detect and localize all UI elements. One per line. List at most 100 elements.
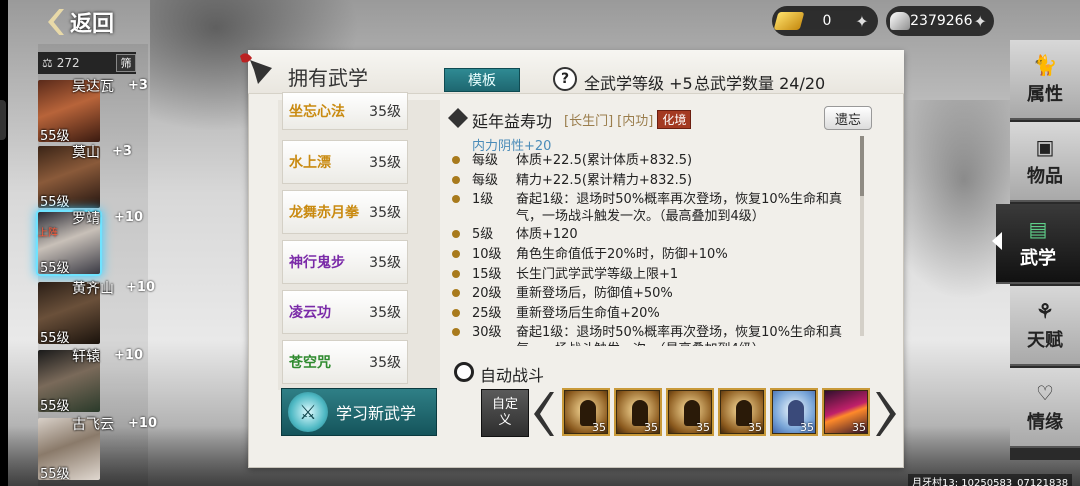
- effect-level: 5级: [472, 227, 494, 242]
- slot-level: 35: [800, 421, 814, 434]
- skill-slot[interactable]: 35: [666, 388, 714, 436]
- realm-badge: 化境: [657, 110, 692, 129]
- silver-counter: 2379266 ✦: [886, 6, 994, 36]
- slot-level: 35: [644, 421, 658, 434]
- tab-relationships[interactable]: ♡ 情缘: [1010, 368, 1080, 448]
- overall-level-stat: 全武学等级 +5: [584, 74, 693, 93]
- effects-scrollbar[interactable]: [860, 136, 864, 336]
- gold-ingot-icon: [773, 12, 805, 30]
- party-header: ⚖ 272 筛: [38, 52, 136, 74]
- bonsai-icon: ⚘: [1036, 299, 1054, 323]
- hero-card[interactable]: 古飞云 +10 55级: [38, 414, 157, 482]
- back-label: 返回: [70, 12, 115, 37]
- tab-attributes[interactable]: 🐈 属性: [1010, 40, 1080, 120]
- hero-card[interactable]: 黄齐山 +10 55级: [38, 278, 155, 346]
- type-tag: [内功]: [617, 114, 654, 129]
- hero-level: 55级: [40, 331, 70, 346]
- slot-level: 35: [592, 421, 606, 434]
- skill-level: 35级: [369, 305, 401, 321]
- slot-level: 35: [748, 421, 762, 434]
- bullet-icon: [452, 156, 460, 164]
- skill-name: 苍空咒: [289, 355, 331, 371]
- effect-level: 每级: [472, 173, 499, 188]
- gold-counter: 0 ✦: [772, 6, 878, 36]
- heart-icon: ♡: [1036, 381, 1054, 405]
- hero-name: 古飞云: [72, 417, 114, 433]
- deployed-tag: 上阵: [38, 228, 58, 239]
- hero-name: 罗靖: [72, 211, 100, 227]
- effect-level: 20级: [472, 286, 502, 301]
- tab-label: 物品: [1027, 166, 1063, 187]
- skill-level: 35级: [369, 155, 401, 171]
- skill-level: 35级: [369, 255, 401, 271]
- custom-button[interactable]: 自定义: [481, 389, 529, 437]
- hero-bonus: +10: [114, 348, 143, 363]
- hero-level: 55级: [40, 399, 70, 414]
- skill-detail-title: 延年益寿功: [472, 112, 553, 131]
- bullet-icon: [452, 289, 460, 297]
- tab-talents[interactable]: ⚘ 天赋: [1010, 286, 1080, 366]
- tab-items[interactable]: ▣ 物品: [1010, 122, 1080, 202]
- bullet-icon: [452, 176, 460, 184]
- add-silver-icon[interactable]: ✦: [973, 11, 989, 31]
- effect-text: 重新登场后，防御值+50%: [516, 286, 673, 301]
- tab-martial-arts[interactable]: ▤ 武学: [996, 204, 1080, 284]
- gold-value: 0: [822, 13, 832, 29]
- sect-tag: [长生门]: [564, 114, 614, 129]
- skill-level: 35级: [369, 205, 401, 221]
- party-count: 272: [56, 56, 80, 70]
- filter-button[interactable]: 筛: [116, 54, 136, 72]
- tab-label: 天赋: [1027, 330, 1063, 351]
- skill-item[interactable]: 凌云功 35级: [282, 290, 408, 334]
- hero-name: 黄齐山: [72, 281, 114, 297]
- skill-item[interactable]: 龙舞赤月拳 35级: [282, 190, 408, 234]
- hero-card[interactable]: 莫山 +3 55级: [38, 142, 142, 210]
- cat-icon: 🐈: [1032, 53, 1058, 77]
- tab-label: 情缘: [1027, 412, 1063, 433]
- effect-level: 10级: [472, 247, 502, 262]
- effect-level: 30级: [472, 325, 502, 340]
- edge-handle: [0, 100, 6, 140]
- effect-level: 1级: [472, 192, 494, 207]
- skill-name: 凌云功: [289, 305, 331, 321]
- auto-battle-icon: [454, 362, 474, 382]
- screen-edge: [0, 0, 8, 486]
- hero-card-selected[interactable]: 上阵 罗靖 +10 55级: [38, 208, 143, 276]
- skill-item[interactable]: 坐忘心法 35级: [282, 92, 408, 130]
- skill-item[interactable]: 苍空咒 35级: [282, 340, 408, 384]
- server-id: 月牙村13: 10250583_07121838: [908, 474, 1073, 486]
- hero-card[interactable]: 吴达瓦 +3 55级: [38, 76, 148, 144]
- effect-text: 奋起1级：退场时50%概率再次登场，恢复10%生命和真气，一场战斗触发一次。（最…: [516, 192, 843, 224]
- learn-new-skill-button[interactable]: ⚔ 学习新武学: [281, 388, 437, 436]
- skill-item[interactable]: 水上漂 35级: [282, 140, 408, 184]
- total-count-stat: 总武学数量 24/20: [694, 74, 826, 93]
- skill-item[interactable]: 神行鬼步 35级: [282, 240, 408, 284]
- silver-ingot-icon: [890, 12, 911, 30]
- skill-slot[interactable]: 35: [770, 388, 818, 436]
- skill-slot[interactable]: 35: [614, 388, 662, 436]
- skill-level: 35级: [369, 104, 401, 120]
- effect-text: 奋起1级：退场时50%概率再次登场，恢复10%生命和真气，一场战斗触发一次。（最…: [516, 325, 843, 346]
- template-button[interactable]: 模板: [444, 68, 520, 92]
- tab-label: 属性: [1027, 84, 1063, 105]
- skill-slot[interactable]: 35: [718, 388, 766, 436]
- skill-slot[interactable]: 35: [822, 388, 870, 436]
- effect-row: 30级奋起1级：退场时50%概率再次登场，恢复10%生命和真气，一场战斗触发一次…: [452, 324, 862, 346]
- add-gold-icon[interactable]: ✦: [852, 11, 872, 31]
- hero-level: 55级: [40, 467, 70, 482]
- forget-button[interactable]: 遗忘: [824, 106, 872, 130]
- scroll-icon: ▤: [1028, 217, 1048, 241]
- hero-level: 55级: [40, 261, 70, 276]
- slot-level: 35: [852, 421, 866, 434]
- panel-title: 拥有武学: [288, 66, 368, 90]
- scrollbar-thumb[interactable]: [860, 136, 864, 196]
- skill-slot[interactable]: 35: [562, 388, 610, 436]
- bullet-icon: [452, 230, 460, 238]
- help-icon[interactable]: ?: [553, 67, 577, 91]
- hero-name: 莫山: [72, 145, 100, 161]
- hero-card[interactable]: 轩辕 +10 55级: [38, 346, 143, 414]
- box-icon: ▣: [1035, 135, 1055, 159]
- back-button[interactable]: 返回: [48, 4, 148, 40]
- auto-battle-label: 自动战斗: [480, 366, 545, 385]
- bullet-icon: [452, 250, 460, 258]
